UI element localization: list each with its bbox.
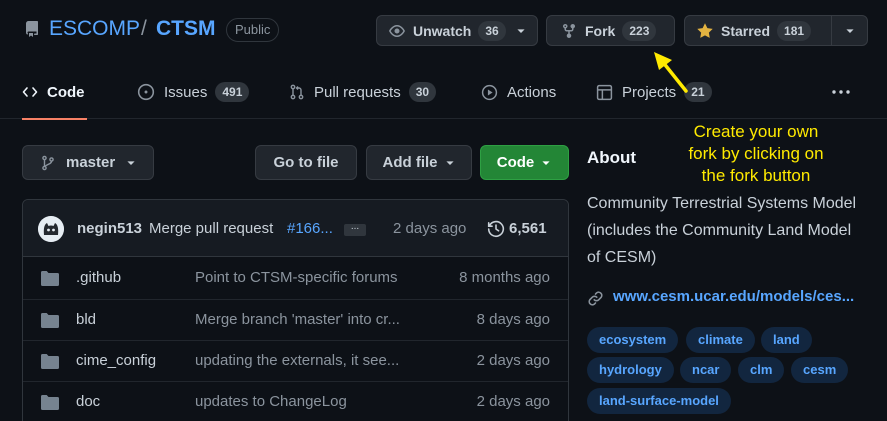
project-icon <box>596 84 613 101</box>
file-commit-message[interactable]: Merge branch 'master' into cr... <box>195 311 400 328</box>
topic-tag[interactable]: land <box>761 327 812 353</box>
star-icon <box>697 22 713 39</box>
file-row[interactable]: .github Point to CTSM-specific forums 8 … <box>23 258 568 299</box>
file-commit-message[interactable]: updates to ChangeLog <box>195 393 347 410</box>
code-label: Code <box>496 154 535 171</box>
folder-icon <box>41 354 59 369</box>
repo-owner-link[interactable]: ESCOMP <box>49 17 140 41</box>
commit-time[interactable]: 2 days ago <box>393 220 466 237</box>
file-commit-message[interactable]: updating the externals, it see... <box>195 352 399 369</box>
avatar[interactable] <box>38 216 64 242</box>
go-to-file-button[interactable]: Go to file <box>255 145 357 180</box>
link-icon <box>587 290 604 307</box>
file-commit-time: 2 days ago <box>476 352 550 369</box>
file-commit-message[interactable]: Point to CTSM-specific forums <box>195 269 398 286</box>
unwatch-button[interactable]: Unwatch 36 <box>376 15 538 46</box>
file-name[interactable]: doc <box>76 393 100 410</box>
file-browser: negin513 Merge pull request #166... ... … <box>22 199 569 421</box>
repo-nav-tabs: Code Issues 491 Pull requests 30 Actions… <box>0 65 887 120</box>
pull-requests-count: 30 <box>408 82 437 102</box>
topic-tag[interactable]: land-surface-model <box>587 388 731 414</box>
topic-tag[interactable]: climate <box>686 327 755 353</box>
file-name[interactable]: .github <box>76 269 121 286</box>
tab-pull-requests[interactable]: Pull requests 30 <box>289 65 437 119</box>
more-tabs-button[interactable] <box>830 65 852 119</box>
folder-icon <box>41 395 59 410</box>
tab-issues[interactable]: Issues 491 <box>137 65 250 119</box>
add-file-label: Add file <box>382 154 438 171</box>
latest-commit-row: negin513 Merge pull request #166... ... … <box>23 200 568 257</box>
issue-icon <box>137 83 155 101</box>
file-row[interactable]: bld Merge branch 'master' into cr... 8 d… <box>23 299 568 340</box>
code-button[interactable]: Code <box>480 145 569 180</box>
chevron-down-icon <box>125 155 137 171</box>
star-list-dropdown[interactable] <box>831 15 868 46</box>
folder-icon <box>41 271 59 286</box>
topic-tag[interactable]: ncar <box>680 357 732 383</box>
topic-tag[interactable]: clm <box>738 357 785 383</box>
chevron-down-icon <box>540 155 552 171</box>
file-row[interactable]: doc updates to ChangeLog 2 days ago <box>23 381 568 421</box>
tab-code-label: Code <box>47 83 85 101</box>
chevron-down-icon <box>842 23 858 39</box>
fork-button[interactable]: Fork 223 <box>546 15 675 46</box>
annotation-line: fork by clicking on <box>688 144 824 163</box>
tab-code[interactable]: Code <box>22 65 86 120</box>
fork-annotation: Create your own fork by clicking on the … <box>646 121 866 187</box>
eye-icon <box>389 23 405 39</box>
commit-pr-link[interactable]: #166... <box>287 220 333 237</box>
branch-name: master <box>66 154 116 171</box>
commit-message[interactable]: Merge pull request <box>149 220 273 237</box>
homepage-link[interactable]: www.cesm.ucar.edu/models/ces... <box>613 288 854 305</box>
starred-button[interactable]: Starred 181 <box>684 15 832 46</box>
code-icon <box>22 84 38 100</box>
topic-tag[interactable]: ecosystem <box>587 327 679 353</box>
commit-author[interactable]: negin513 <box>77 220 142 237</box>
repo-icon <box>24 21 40 37</box>
fork-label: Fork <box>585 22 616 39</box>
topic-tag[interactable]: cesm <box>791 357 849 383</box>
annotation-line: the fork button <box>701 166 811 185</box>
folder-icon <box>41 313 59 328</box>
repo-path-separator: / <box>141 17 147 40</box>
tab-actions[interactable]: Actions <box>481 65 556 119</box>
file-commit-time: 8 days ago <box>476 311 550 328</box>
starred-label: Starred <box>721 22 771 39</box>
repo-name-link[interactable]: CTSM <box>156 17 216 41</box>
fork-icon <box>561 23 577 39</box>
about-description: Community Terrestrial Systems Model (inc… <box>587 195 857 266</box>
file-name[interactable]: bld <box>76 311 96 328</box>
commit-count[interactable]: 6,561 <box>509 220 547 237</box>
branch-select-button[interactable]: master <box>22 145 154 180</box>
chevron-down-icon <box>513 23 529 39</box>
tab-pull-requests-label: Pull requests <box>314 83 401 101</box>
history-icon[interactable] <box>487 220 505 238</box>
unwatch-label: Unwatch <box>413 22 472 39</box>
annotation-arrow-icon <box>640 46 700 106</box>
add-file-button[interactable]: Add file <box>366 145 472 180</box>
play-icon <box>481 84 498 101</box>
annotation-line: Create your own <box>693 122 819 141</box>
topic-tag[interactable]: hydrology <box>587 357 674 383</box>
git-branch-icon <box>40 155 56 171</box>
file-commit-time: 8 months ago <box>459 269 550 286</box>
chevron-down-icon <box>444 155 456 171</box>
tab-actions-label: Actions <box>507 83 557 101</box>
file-commit-time: 2 days ago <box>476 393 550 410</box>
about-heading: About <box>587 148 637 167</box>
file-name[interactable]: cime_config <box>76 352 156 369</box>
go-to-file-label: Go to file <box>273 154 339 171</box>
kebab-horizontal-icon <box>830 84 852 100</box>
fork-count: 223 <box>622 20 657 41</box>
watch-count: 36 <box>478 20 506 41</box>
tab-issues-label: Issues <box>164 83 208 101</box>
file-row[interactable]: cime_config updating the externals, it s… <box>23 340 568 381</box>
expand-commit-button[interactable]: ... <box>344 222 366 236</box>
visibility-badge: Public <box>226 18 280 42</box>
pull-request-icon <box>289 84 305 100</box>
star-count: 181 <box>777 20 812 41</box>
issues-count: 491 <box>215 82 250 102</box>
